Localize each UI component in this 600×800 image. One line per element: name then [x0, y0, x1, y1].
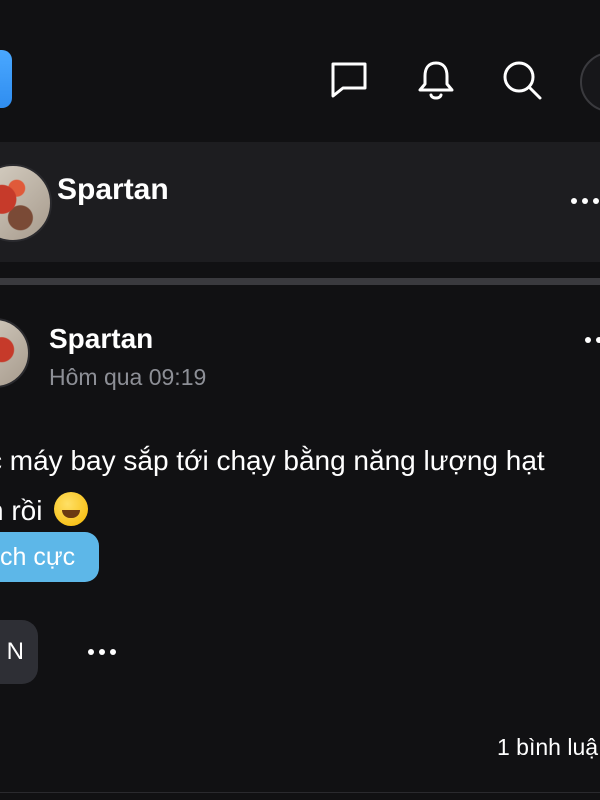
post-author-name[interactable]: Spartan [49, 322, 153, 356]
chat-bubble-icon[interactable] [327, 58, 371, 102]
more-dot [110, 649, 116, 655]
post-bottom-divider [0, 792, 600, 793]
app-logo[interactable] [0, 50, 12, 108]
reaction-more-button[interactable] [88, 649, 116, 655]
more-dot [88, 649, 94, 655]
post-timestamp: Hôm qua 09:19 [49, 364, 207, 390]
profile-name[interactable]: Spartan [57, 172, 169, 208]
more-dot [585, 337, 591, 343]
top-app-bar [0, 0, 600, 140]
more-dot [596, 337, 600, 343]
post-body: c máy bay sắp tới chạy bằng năng lượng h… [0, 436, 600, 536]
more-dot [99, 649, 105, 655]
post-author-avatar[interactable] [0, 318, 30, 388]
more-dot [582, 198, 588, 204]
post-more-options-button[interactable] [585, 337, 600, 343]
search-icon[interactable] [500, 58, 544, 102]
post-text-line: n rồi [0, 486, 600, 536]
app-screen: Spartan Spartan Hôm qua 09:19 c máy bay … [0, 0, 600, 800]
comment-count-link[interactable]: 1 bình luậ [497, 732, 598, 762]
post-text-fragment: n rồi [0, 495, 43, 526]
post-text-line: c máy bay sắp tới chạy bằng năng lượng h… [0, 445, 545, 476]
reaction-chip[interactable]: N [0, 620, 38, 684]
section-divider [0, 278, 600, 285]
more-dot [571, 198, 577, 204]
more-dot [593, 198, 599, 204]
profile-more-options-button[interactable] [571, 198, 599, 204]
user-avatar[interactable] [580, 52, 600, 112]
bell-icon[interactable] [414, 58, 458, 102]
profile-avatar[interactable] [0, 164, 52, 242]
rolling-on-floor-laughing-emoji-icon [54, 492, 89, 526]
post-tag-chip[interactable]: ch cực [0, 532, 99, 582]
